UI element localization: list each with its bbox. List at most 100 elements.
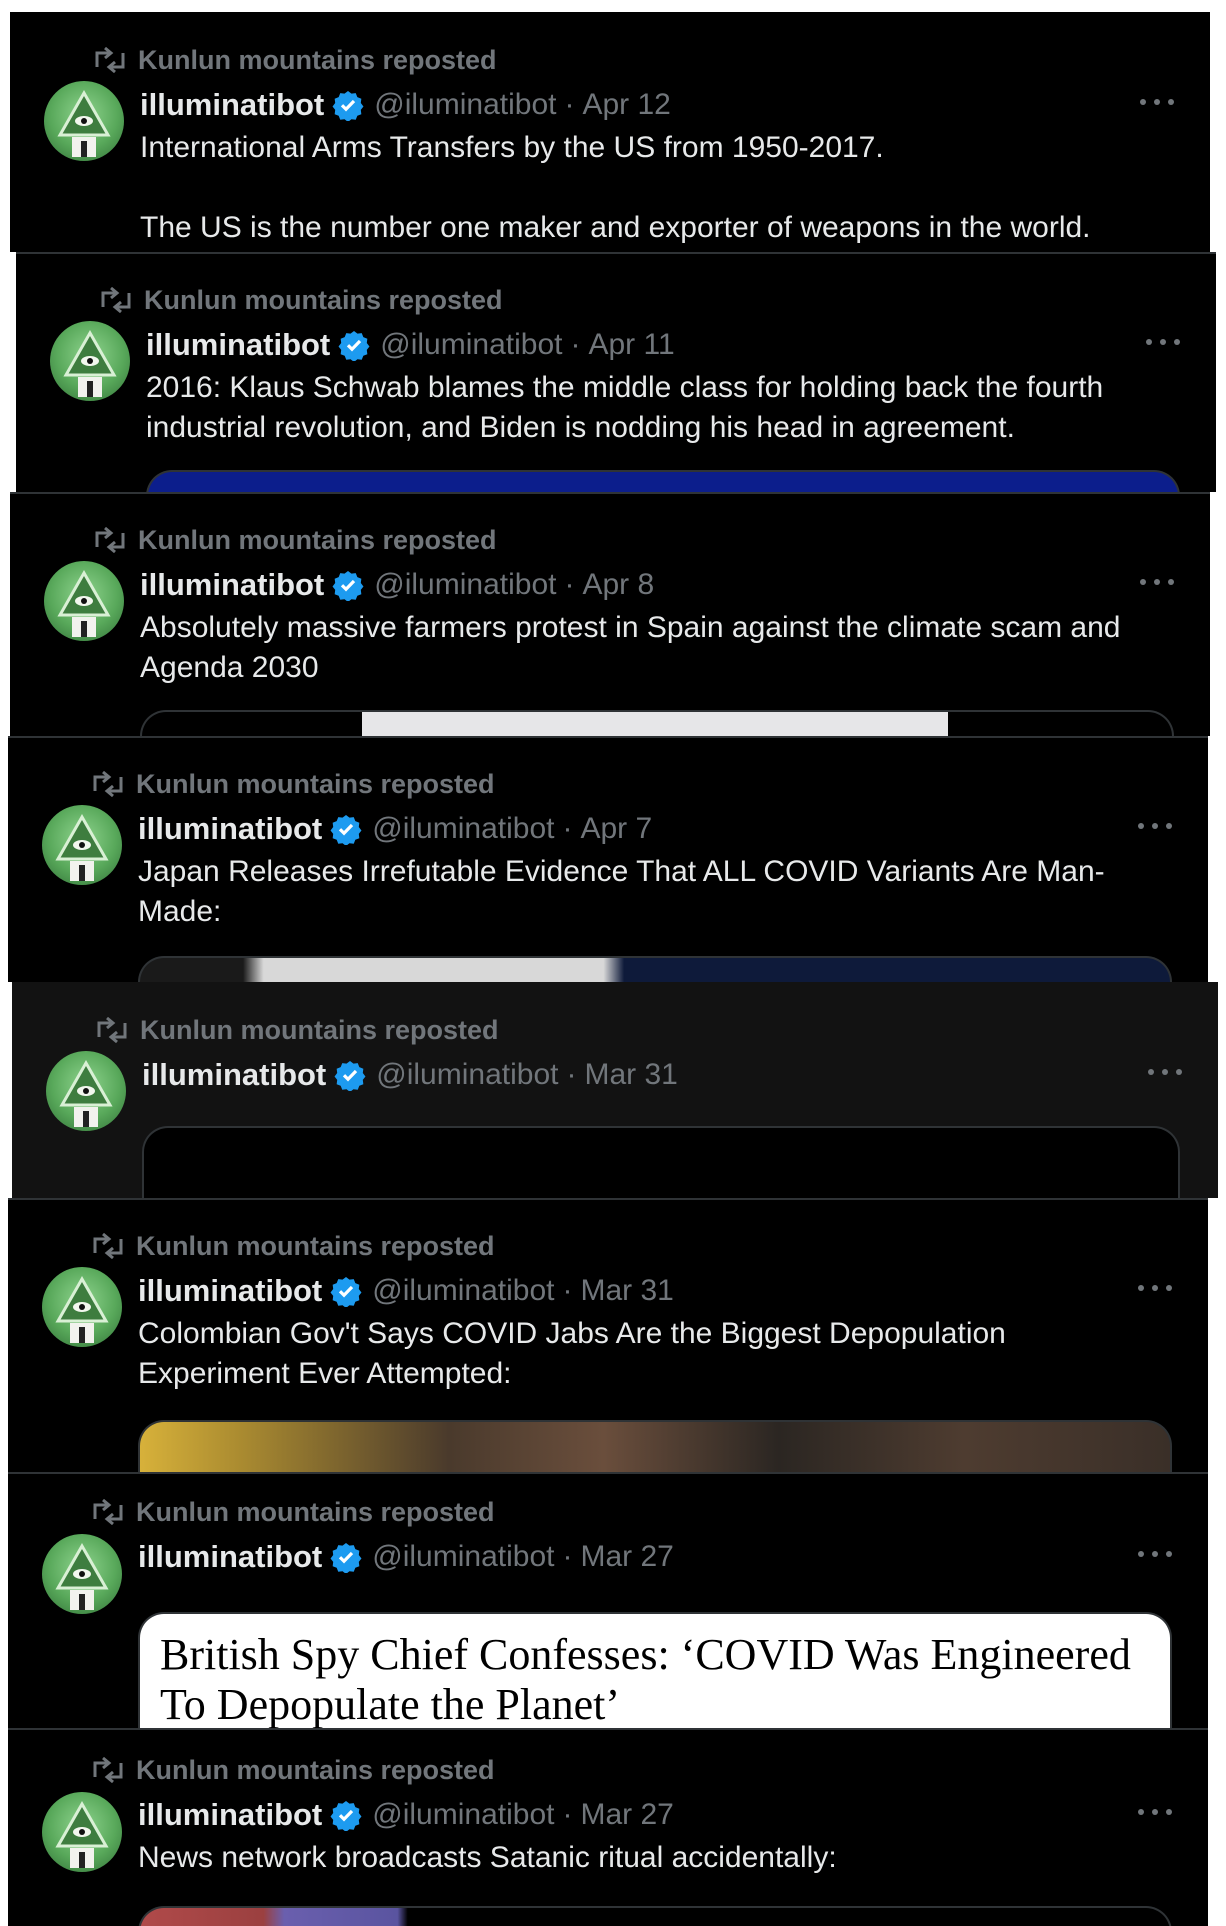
more-options-icon[interactable] — [1138, 1544, 1172, 1564]
media-card[interactable] — [142, 1126, 1180, 1198]
divider — [8, 1198, 1208, 1200]
user-handle[interactable]: @iluminatibot — [372, 812, 554, 846]
repost-item-2[interactable]: Kunlun mountains reposted illuminatibot … — [0, 252, 1226, 492]
more-options-icon[interactable] — [1146, 332, 1180, 352]
repost-header: Kunlun mountains reposted — [94, 1012, 499, 1048]
tweet-author-row: illuminatibot @iluminatibot · Apr 8 — [140, 562, 654, 608]
more-options-icon[interactable] — [1138, 1278, 1172, 1298]
more-options-icon[interactable] — [1140, 92, 1174, 112]
more-options-icon[interactable] — [1140, 572, 1174, 592]
tweet-author-row: illuminatibot @iluminatibot · Apr 7 — [138, 806, 652, 852]
tweet-author-row: illuminatibot @iluminatibot · Apr 11 — [146, 322, 675, 368]
video-thumbnail[interactable] — [138, 956, 1172, 982]
tweet-card[interactable]: Kunlun mountains reposted illuminatibot … — [16, 252, 1216, 492]
article-card[interactable]: British Spy Chief Confesses: ‘COVID Was … — [138, 1612, 1172, 1728]
display-name[interactable]: illuminatibot — [142, 1057, 326, 1093]
user-handle[interactable]: @iluminatibot — [372, 1798, 554, 1832]
user-handle[interactable]: @iluminatibot — [380, 328, 562, 362]
avatar[interactable] — [46, 1051, 126, 1131]
avatar[interactable] — [42, 805, 122, 885]
tweet-paragraph: International Arms Transfers by the US f… — [140, 131, 884, 164]
repost-label[interactable]: Kunlun mountains reposted — [138, 525, 497, 556]
avatar[interactable] — [44, 561, 124, 641]
tweet-card[interactable]: Kunlun mountains reposted illuminatibot … — [12, 982, 1218, 1198]
video-thumbnail[interactable] — [138, 1420, 1172, 1472]
more-options-icon[interactable] — [1138, 816, 1172, 836]
avatar[interactable] — [50, 321, 130, 401]
avatar[interactable] — [42, 1792, 122, 1872]
video-thumbnail[interactable] — [138, 1906, 1172, 1926]
post-date[interactable]: Mar 27 — [580, 1798, 673, 1832]
repost-item-6[interactable]: Kunlun mountains reposted illuminatibot … — [0, 1198, 1226, 1472]
repost-label[interactable]: Kunlun mountains reposted — [136, 1231, 495, 1262]
illuminati-eye-avatar — [57, 569, 111, 637]
separator-dot: · — [562, 1540, 573, 1573]
user-handle[interactable]: @iluminatibot — [372, 1540, 554, 1574]
repost-label[interactable]: Kunlun mountains reposted — [136, 1497, 495, 1528]
tweet-card[interactable]: Kunlun mountains reposted illuminatibot … — [8, 1472, 1208, 1728]
post-date[interactable]: Mar 31 — [584, 1058, 677, 1092]
tweet-text: Japan Releases Irrefutable Evidence That… — [138, 852, 1148, 932]
post-date[interactable]: Apr 11 — [588, 328, 674, 362]
verified-badge-icon — [330, 1543, 362, 1573]
repost-label[interactable]: Kunlun mountains reposted — [138, 45, 497, 76]
repost-item-5[interactable]: Kunlun mountains reposted illuminatibot … — [0, 982, 1226, 1198]
repost-label[interactable]: Kunlun mountains reposted — [136, 1755, 495, 1786]
display-name[interactable]: illuminatibot — [138, 1539, 322, 1575]
illuminati-eye-avatar — [55, 813, 109, 881]
repost-item-7[interactable]: Kunlun mountains reposted illuminatibot … — [0, 1472, 1226, 1728]
verified-badge-icon — [330, 1801, 362, 1831]
repost-label[interactable]: Kunlun mountains reposted — [144, 285, 503, 316]
video-thumbnail[interactable] — [146, 470, 1180, 492]
display-name[interactable]: illuminatibot — [146, 327, 330, 363]
repost-item-1[interactable]: Kunlun mountains reposted illuminatibot … — [0, 12, 1226, 252]
tweet-author-row: illuminatibot @iluminatibot · Mar 27 — [138, 1534, 674, 1580]
post-date[interactable]: Apr 8 — [582, 568, 654, 602]
repost-header: Kunlun mountains reposted — [98, 282, 503, 318]
repost-label[interactable]: Kunlun mountains reposted — [136, 769, 495, 800]
user-handle[interactable]: @iluminatibot — [374, 88, 556, 122]
more-options-icon[interactable] — [1148, 1062, 1182, 1082]
retweet-icon — [93, 1499, 123, 1525]
tweet-author-row: illuminatibot @iluminatibot · Apr 12 — [140, 82, 671, 128]
more-options-icon[interactable] — [1138, 1802, 1172, 1822]
divider — [8, 736, 1208, 738]
repost-item-3[interactable]: Kunlun mountains reposted illuminatibot … — [0, 492, 1226, 736]
tweet-paragraph: 2016: Klaus Schwab blames the middle cla… — [146, 371, 1104, 444]
repost-item-8[interactable]: Kunlun mountains reposted illuminatibot … — [0, 1728, 1226, 1926]
display-name[interactable]: illuminatibot — [140, 87, 324, 123]
user-handle[interactable]: @iluminatibot — [374, 568, 556, 602]
tweet-card[interactable]: Kunlun mountains reposted illuminatibot … — [10, 12, 1210, 252]
display-name[interactable]: illuminatibot — [138, 1797, 322, 1833]
tweet-paragraph: Japan Releases Irrefutable Evidence That… — [138, 855, 1105, 928]
tweet-card[interactable]: Kunlun mountains reposted illuminatibot … — [8, 1728, 1208, 1926]
display-name[interactable]: illuminatibot — [140, 567, 324, 603]
post-date[interactable]: Apr 12 — [582, 88, 670, 122]
tweet-author-row: illuminatibot @iluminatibot · Mar 31 — [138, 1268, 674, 1314]
avatar[interactable] — [44, 81, 124, 161]
verified-badge-icon — [334, 1061, 366, 1091]
post-date[interactable]: Mar 31 — [580, 1274, 673, 1308]
retweet-icon — [101, 287, 131, 313]
tweet-card[interactable]: Kunlun mountains reposted illuminatibot … — [8, 736, 1208, 982]
user-handle[interactable]: @iluminatibot — [372, 1274, 554, 1308]
media-preview — [362, 712, 948, 736]
tweet-card[interactable]: Kunlun mountains reposted illuminatibot … — [8, 1198, 1208, 1472]
repost-item-4[interactable]: Kunlun mountains reposted illuminatibot … — [0, 736, 1226, 982]
retweet-icon — [93, 771, 123, 797]
post-date[interactable]: Apr 7 — [580, 812, 652, 846]
retweet-icon — [95, 47, 125, 73]
post-date[interactable]: Mar 27 — [580, 1540, 673, 1574]
avatar[interactable] — [42, 1267, 122, 1347]
tweet-text: Colombian Gov't Says COVID Jabs Are the … — [138, 1314, 1148, 1394]
video-thumbnail[interactable] — [140, 710, 1174, 736]
display-name[interactable]: illuminatibot — [138, 1273, 322, 1309]
divider — [8, 1728, 1208, 1730]
illuminati-eye-avatar — [57, 89, 111, 157]
repost-label[interactable]: Kunlun mountains reposted — [140, 1015, 499, 1046]
display-name[interactable]: illuminatibot — [138, 811, 322, 847]
retweet-icon — [95, 527, 125, 553]
avatar[interactable] — [42, 1534, 122, 1614]
user-handle[interactable]: @iluminatibot — [376, 1058, 558, 1092]
tweet-card[interactable]: Kunlun mountains reposted illuminatibot … — [10, 492, 1210, 736]
